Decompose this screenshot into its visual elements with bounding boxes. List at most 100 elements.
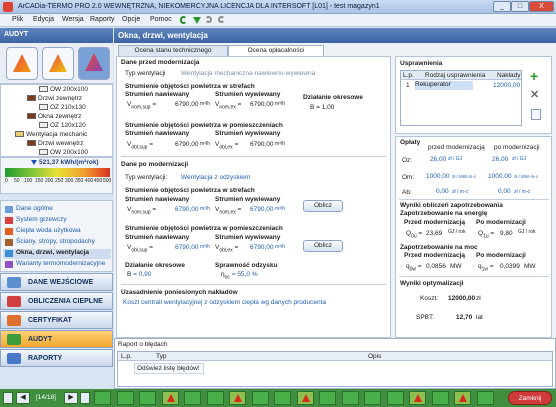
ok-segment[interactable] — [476, 391, 494, 405]
error-table[interactable]: L.p. Typ Opis Odśwież listę błędów! — [117, 351, 553, 387]
energy-demand-title: Zapotrzebowanie na energię — [400, 210, 488, 217]
minimize-button[interactable]: _ — [493, 1, 511, 12]
ok-segment[interactable] — [319, 391, 336, 405]
menu-edycja[interactable]: Edycja — [33, 16, 54, 23]
before-period-value: B = 1,00 — [310, 104, 335, 111]
menu-wersja[interactable]: Wersja — [62, 16, 84, 23]
nav-prev-button[interactable]: ◀ — [16, 392, 30, 404]
tree-item[interactable]: OZ 210x130 — [39, 104, 86, 113]
pro-module-button[interactable] — [78, 47, 110, 80]
report-title: Raport o błędach — [118, 341, 168, 348]
undo-icon[interactable] — [205, 16, 212, 23]
close-window-button[interactable]: X — [529, 1, 554, 12]
warning-segment-icon[interactable] — [296, 391, 314, 405]
nav-system-grzewczy[interactable]: System grzewczy — [3, 216, 111, 226]
before-outflow-label: Strumień wywiewany — [215, 91, 281, 98]
tab-ocena-oplacalnosci[interactable]: Ocena opłacalności — [228, 45, 324, 56]
table-row[interactable]: 1 Rekuperator 12000,00 — [401, 81, 521, 90]
tree-item[interactable]: Okna zewnętrz — [27, 113, 81, 122]
fee-oz-after[interactable]: 26,00 — [492, 156, 508, 163]
menu-pomoc[interactable]: Pomoc — [150, 16, 172, 23]
nav-last-icon[interactable] — [80, 392, 90, 404]
tree-item[interactable]: OW 200x100 — [39, 149, 88, 156]
section-dane-wejsciowe[interactable]: DANE WEJŚCIOWE — [0, 273, 113, 291]
termo-module-button[interactable] — [6, 47, 38, 80]
p-before-unit: MW — [450, 263, 462, 270]
add-icon[interactable]: + — [530, 69, 543, 83]
costs-justification[interactable]: Koszt centrali wentylacyjnej z odzyskiem… — [123, 299, 326, 306]
warning-segment-icon[interactable] — [229, 391, 246, 405]
before-inflow-label: Strumień nawiewany — [125, 91, 190, 98]
fee-ab-after[interactable]: 0,00 — [498, 188, 511, 195]
close-button[interactable]: Zamknij — [508, 391, 552, 405]
wall-icon — [5, 239, 13, 246]
col-lp: L.p. — [121, 353, 132, 360]
nav-okna-drzwi[interactable]: Okna, drzwi, wentylacja — [3, 249, 111, 259]
ok-segment[interactable] — [251, 391, 269, 405]
refresh-icon[interactable] — [180, 16, 187, 24]
nav-next-button[interactable]: ▶ — [64, 392, 78, 404]
edit-icon[interactable] — [531, 109, 541, 120]
tree-item[interactable]: Wentylacja mechanic — [15, 131, 87, 140]
nav-cwu[interactable]: Ciepła woda użytkowa — [3, 227, 111, 237]
ok-segment[interactable] — [364, 391, 381, 405]
after-room-inflow-value[interactable]: 6790,00 — [175, 244, 199, 251]
q-after-unit: GJ / rok — [518, 229, 536, 235]
fee-ab-before-unit: zł / m-c — [452, 189, 469, 195]
ok-segment[interactable] — [341, 391, 359, 405]
menu-opcje[interactable]: Opcje — [122, 16, 140, 23]
tree-item[interactable]: Drzwi wewnętrz — [27, 140, 84, 149]
fee-om-after-unit: zł / MW·m-c — [514, 174, 538, 179]
ok-segment[interactable] — [184, 391, 201, 405]
fee-ab-after-unit: zł / m-c — [514, 189, 531, 195]
section-obliczenia[interactable]: OBLICZENIA CIEPLNE — [0, 292, 113, 310]
warning-segment-icon[interactable] — [161, 391, 179, 405]
calculate-streams-button[interactable]: Oblicz — [303, 200, 343, 212]
ok-segment[interactable] — [94, 391, 111, 405]
q-after-symbol: Q1u = — [478, 230, 495, 240]
fee-oz-before[interactable]: 26,00 — [430, 156, 446, 163]
audit-module-button[interactable] — [42, 47, 74, 80]
section-audyt[interactable]: AUDYT — [0, 330, 113, 348]
fee-om-before[interactable]: 1000,00 — [426, 173, 450, 180]
section-certyfikat[interactable]: CERTYFIKAT — [0, 311, 113, 329]
tree-item[interactable]: OW 200x100 — [39, 86, 88, 95]
delete-icon[interactable]: ✕ — [530, 89, 543, 102]
tree-item[interactable]: Drzwi zewnętrz — [27, 95, 82, 104]
ok-segment[interactable] — [386, 391, 404, 405]
ok-segment[interactable] — [431, 391, 449, 405]
door-icon — [27, 95, 36, 102]
pro-logo-icon — [85, 53, 103, 71]
fee-om-after[interactable]: 1000,00 — [488, 173, 512, 180]
divider — [121, 284, 386, 285]
maximize-button[interactable]: □ — [511, 1, 529, 12]
nav-warianty[interactable]: Warianty termomodernizacyjne — [3, 260, 111, 270]
tree-item[interactable]: OZ 120x120 — [39, 122, 86, 131]
menu-raporty[interactable]: Raporty — [90, 16, 115, 23]
after-efficiency-value[interactable]: ηoc = 55,0 % — [221, 271, 258, 280]
after-room-outflow-value[interactable]: 6790,00 — [250, 244, 274, 251]
calculate-rooms-button[interactable]: Oblicz — [303, 240, 343, 252]
building-tree[interactable]: OW 200x100 Drzwi zewnętrz OZ 210x130 Okn… — [0, 84, 113, 157]
after-type-value[interactable]: Wentylacja z odzyskiem — [181, 174, 250, 181]
ok-segment[interactable] — [274, 391, 291, 405]
redo-icon[interactable] — [218, 16, 225, 23]
menu-plik[interactable]: Plik — [12, 16, 23, 23]
fee-ab-before[interactable]: 0,00 — [436, 188, 449, 195]
warning-segment-icon[interactable] — [454, 391, 471, 405]
ok-segment[interactable] — [116, 391, 134, 405]
after-outflow-unit: m³/h — [275, 206, 285, 212]
ok-segment[interactable] — [139, 391, 156, 405]
tab-ocena-stanu[interactable]: Ocena stanu technicznego — [118, 45, 228, 56]
warning-segment-icon[interactable] — [409, 391, 426, 405]
after-outflow-value[interactable]: 6790,00 — [250, 206, 274, 213]
nav-dane-ogolne[interactable]: Dane ogólne — [3, 205, 111, 215]
nav-sciany[interactable]: Ściany, stropy, stropodachy — [3, 238, 111, 248]
arrow-down-icon[interactable] — [193, 17, 201, 24]
nav-first-icon[interactable] — [3, 392, 13, 404]
after-inflow-value[interactable]: 6790,00 — [175, 206, 199, 213]
ok-segment[interactable] — [206, 391, 224, 405]
gauge-tick: 500 — [103, 178, 112, 184]
refresh-errors-link[interactable]: Odśwież listę błędów! — [134, 363, 204, 374]
section-raporty[interactable]: RAPORTY — [0, 349, 113, 367]
